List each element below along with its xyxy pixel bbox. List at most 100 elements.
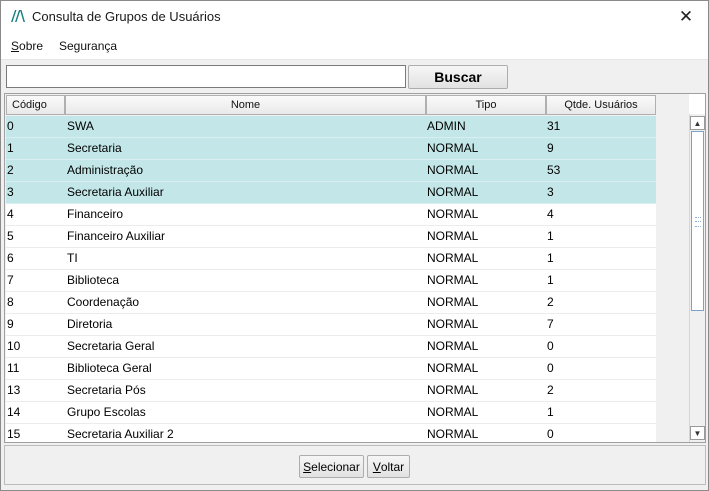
title-bar: Consulta de Grupos de Usuários ✕ bbox=[1, 1, 708, 32]
column-header-codigo[interactable]: Código bbox=[6, 95, 65, 115]
select-button[interactable]: Selecionar bbox=[299, 455, 364, 478]
scroll-up-button[interactable]: ▲ bbox=[690, 116, 705, 130]
cell-tipo: ADMIN bbox=[427, 119, 466, 133]
cell-qtde: 2 bbox=[547, 383, 554, 397]
menu-sobre-mnemonic: S bbox=[11, 39, 20, 53]
cell-codigo: 3 bbox=[7, 185, 14, 199]
search-button[interactable]: Buscar bbox=[408, 65, 508, 89]
cell-nome: Secretaria Auxiliar bbox=[67, 185, 164, 199]
cell-tipo: NORMAL bbox=[427, 141, 479, 155]
search-input[interactable] bbox=[6, 65, 406, 88]
cell-nome: Diretoria bbox=[67, 317, 113, 331]
dialog-window: Consulta de Grupos de Usuários ✕ Sobre S… bbox=[0, 0, 709, 491]
cell-tipo: NORMAL bbox=[427, 229, 479, 243]
cell-nome: Biblioteca bbox=[67, 273, 120, 287]
cell-qtde: 0 bbox=[547, 427, 554, 441]
cell-codigo: 0 bbox=[7, 119, 14, 133]
menu-seguranca[interactable]: Segurança bbox=[59, 39, 117, 53]
table-row[interactable]: 8 Coordenação NORMAL 2 bbox=[6, 292, 656, 314]
cell-tipo: NORMAL bbox=[427, 273, 479, 287]
cell-qtde: 0 bbox=[547, 361, 554, 375]
close-icon: ✕ bbox=[678, 6, 694, 26]
cell-nome: Financeiro Auxiliar bbox=[67, 229, 166, 243]
cell-qtde: 4 bbox=[547, 207, 554, 221]
cell-nome: SWA bbox=[67, 119, 94, 133]
menu-bar: Sobre Segurança bbox=[1, 32, 708, 60]
window-title: Consulta de Grupos de Usuários bbox=[32, 9, 221, 24]
cell-qtde: 0 bbox=[547, 339, 554, 353]
grip-line-icon bbox=[695, 221, 701, 222]
cell-codigo: 2 bbox=[7, 163, 14, 177]
cell-qtde: 1 bbox=[547, 229, 554, 243]
table-row[interactable]: 3 Secretaria Auxiliar NORMAL 3 bbox=[6, 182, 656, 204]
app-logo-icon bbox=[10, 9, 26, 23]
arrow-up-icon: ▲ bbox=[693, 118, 702, 128]
cell-nome: Secretaria Pós bbox=[67, 383, 146, 397]
menu-seguranca-label: Segurança bbox=[59, 39, 118, 53]
cell-tipo: NORMAL bbox=[427, 207, 479, 221]
table-row[interactable]: 11 Biblioteca Geral NORMAL 0 bbox=[6, 358, 656, 380]
cell-codigo: 10 bbox=[7, 339, 21, 353]
vertical-scrollbar[interactable]: ▲ ▼ bbox=[689, 114, 705, 442]
close-button[interactable]: ✕ bbox=[664, 1, 708, 32]
cell-tipo: NORMAL bbox=[427, 427, 479, 441]
table-row[interactable]: 10 Secretaria Geral NORMAL 0 bbox=[6, 336, 656, 358]
cell-codigo: 9 bbox=[7, 317, 14, 331]
cell-qtde: 31 bbox=[547, 119, 561, 133]
cell-codigo: 11 bbox=[7, 361, 20, 375]
cell-qtde: 53 bbox=[547, 163, 561, 177]
table-row[interactable]: 9 Diretoria NORMAL 7 bbox=[6, 314, 656, 336]
cell-nome: Secretaria bbox=[67, 141, 122, 155]
menu-sobre-label: obre bbox=[19, 39, 44, 53]
back-mnemonic: V bbox=[372, 459, 381, 474]
table-row[interactable]: 15 Secretaria Auxiliar 2 NORMAL 0 bbox=[6, 424, 656, 442]
cell-codigo: 6 bbox=[7, 251, 14, 265]
cell-tipo: NORMAL bbox=[427, 405, 479, 419]
table-row[interactable]: 14 Grupo Escolas NORMAL 1 bbox=[6, 402, 656, 424]
cell-qtde: 1 bbox=[547, 251, 554, 265]
cell-nome: Secretaria Geral bbox=[67, 339, 155, 353]
arrow-down-icon: ▼ bbox=[693, 428, 702, 438]
column-header-tipo[interactable]: Tipo bbox=[426, 95, 546, 115]
scroll-thumb[interactable] bbox=[691, 131, 704, 311]
cell-nome: Administração bbox=[67, 163, 144, 177]
cell-qtde: 3 bbox=[547, 185, 554, 199]
cell-codigo: 1 bbox=[7, 141, 14, 155]
select-mnemonic: S bbox=[303, 459, 312, 474]
back-button[interactable]: Voltar bbox=[367, 455, 410, 478]
groups-table: Código Nome Tipo Qtde. Usuários 0 SWA ADMI… bbox=[4, 93, 706, 443]
cell-tipo: NORMAL bbox=[427, 185, 479, 199]
table-row[interactable]: 5 Financeiro Auxiliar NORMAL 1 bbox=[6, 226, 656, 248]
cell-codigo: 8 bbox=[7, 295, 14, 309]
cell-codigo: 4 bbox=[7, 207, 14, 221]
cell-codigo: 7 bbox=[7, 273, 14, 287]
column-header-qtde[interactable]: Qtde. Usuários bbox=[546, 95, 656, 115]
cell-tipo: NORMAL bbox=[427, 251, 479, 265]
cell-tipo: NORMAL bbox=[427, 317, 479, 331]
cell-nome: Coordenação bbox=[67, 295, 140, 309]
grip-icon bbox=[695, 217, 701, 227]
table-row[interactable]: 2 Administração NORMAL 53 bbox=[6, 160, 656, 182]
select-label: elecionar bbox=[311, 459, 360, 474]
scroll-down-button[interactable]: ▼ bbox=[690, 426, 705, 440]
table-row[interactable]: 7 Biblioteca NORMAL 1 bbox=[6, 270, 656, 292]
table-row[interactable]: 6 TI NORMAL 1 bbox=[6, 248, 656, 270]
cell-qtde: 9 bbox=[547, 141, 554, 155]
table-row[interactable]: 0 SWA ADMIN 31 bbox=[6, 116, 656, 138]
cell-qtde: 1 bbox=[547, 405, 554, 419]
cell-nome: Financeiro bbox=[67, 207, 124, 221]
cell-nome: Secretaria Auxiliar 2 bbox=[67, 427, 174, 441]
back-label: oltar bbox=[380, 459, 405, 474]
table-row[interactable]: 4 Financeiro NORMAL 4 bbox=[6, 204, 656, 226]
cell-tipo: NORMAL bbox=[427, 361, 479, 375]
cell-tipo: NORMAL bbox=[427, 339, 479, 353]
table-row[interactable]: 1 Secretaria NORMAL 9 bbox=[6, 138, 656, 160]
table-row[interactable]: 13 Secretaria Pós NORMAL 2 bbox=[6, 380, 656, 402]
cell-codigo: 13 bbox=[7, 383, 21, 397]
menu-sobre[interactable]: Sobre bbox=[11, 39, 43, 53]
cell-codigo: 15 bbox=[7, 427, 21, 441]
cell-nome: TI bbox=[67, 251, 78, 265]
cell-qtde: 7 bbox=[547, 317, 554, 331]
cell-codigo: 5 bbox=[7, 229, 14, 243]
column-header-nome[interactable]: Nome bbox=[65, 95, 426, 115]
